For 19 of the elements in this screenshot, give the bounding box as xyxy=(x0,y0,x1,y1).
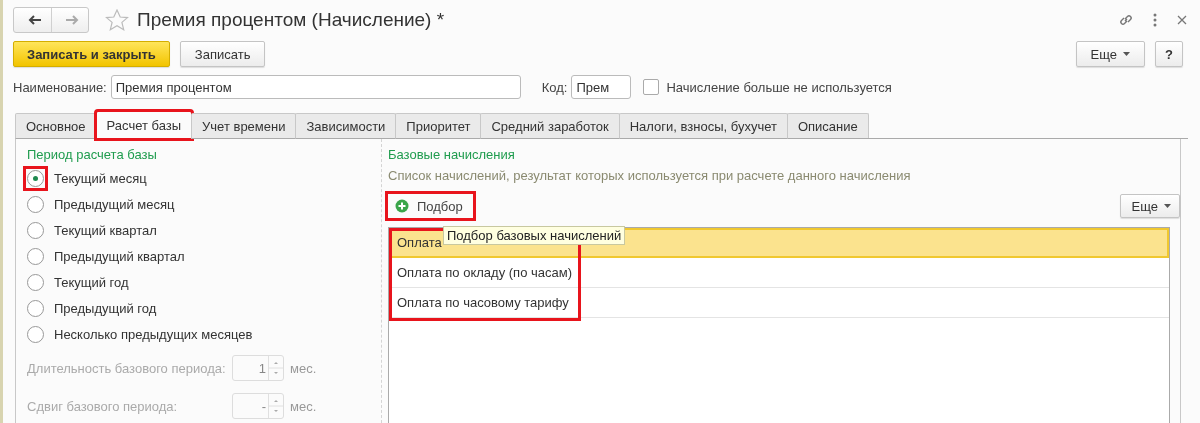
spinner-label: Сдвиг базового периода: xyxy=(27,398,179,414)
unused-label: Начисление больше не используется xyxy=(666,79,892,95)
radio-label: Текущий квартал xyxy=(54,222,157,238)
unit-label: мес. xyxy=(290,360,317,376)
radio-label: Несколько предыдущих месяцев xyxy=(54,326,253,342)
name-label: Наименование: xyxy=(13,79,107,95)
radio-label: Предыдущий квартал xyxy=(54,248,185,264)
unit-label: мес. xyxy=(290,398,317,414)
base-heading: Базовые начисления xyxy=(388,147,516,164)
code-label: Код: xyxy=(541,79,568,95)
spinner-label: Длительность базового периода: xyxy=(27,360,227,376)
radio-label: Текущий месяц xyxy=(54,170,147,186)
radio-label: Текущий год xyxy=(54,274,129,290)
period-heading: Период расчета базы xyxy=(27,147,158,164)
description-text: Список начислений, результат которых используется при расчете данного начисления xyxy=(388,167,912,185)
tooltip: Подбор базовых начислений xyxy=(443,226,626,245)
radio-label: Предыдущий месяц xyxy=(54,196,175,212)
radio-label: Предыдущий год xyxy=(54,300,157,316)
window-title: Премия процентом (Начисление) * xyxy=(137,8,445,31)
